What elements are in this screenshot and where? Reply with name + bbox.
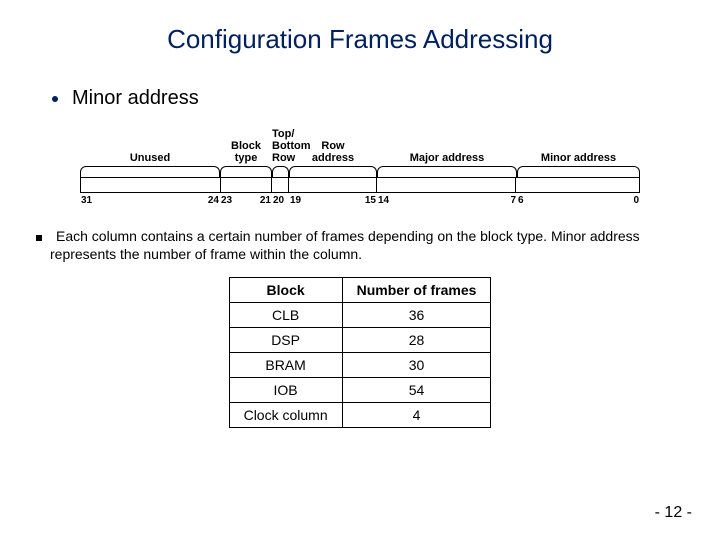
bf-brace (289, 166, 377, 178)
cell-frames: 54 (342, 378, 491, 403)
bit-hi: 19 (290, 195, 301, 206)
bitfield-bar (80, 177, 640, 193)
table-row: Clock column4 (229, 403, 491, 428)
bullet-dot-icon (52, 96, 58, 102)
cell-block: BRAM (229, 353, 342, 378)
bullet-square-icon (36, 235, 42, 241)
th-frames: Number of frames (342, 278, 491, 303)
cell-block: Clock column (229, 403, 342, 428)
bit-lo: 15 (365, 195, 376, 206)
cell-block: IOB (229, 378, 342, 403)
main-bullet: Minor address (52, 87, 720, 110)
bit-lo: 0 (633, 195, 639, 206)
bit-hi: 6 (518, 195, 524, 206)
bitfield-diagram: Unused Block type Top/ Bottom Row Row ad… (80, 128, 640, 206)
bf-brace (517, 166, 640, 178)
cell-frames: 30 (342, 353, 491, 378)
bit-lo: 21 (260, 195, 271, 206)
bit-lo: 24 (208, 195, 219, 206)
frames-table: Block Number of frames CLB36 DSP28 BRAM3… (229, 277, 492, 428)
cell-frames: 36 (342, 303, 491, 328)
bf-brace (272, 166, 289, 178)
description-text: Each column contains a certain number of… (50, 228, 640, 262)
bf-brace (377, 166, 517, 178)
table-row: BRAM30 (229, 353, 491, 378)
bit-hi: 20 (273, 195, 284, 206)
bf-brace (220, 166, 272, 178)
cell-frames: 4 (342, 403, 491, 428)
table-row: IOB54 (229, 378, 491, 403)
th-block: Block (229, 278, 342, 303)
cell-frames: 28 (342, 328, 491, 353)
bit-lo: 7 (510, 195, 516, 206)
cell-block: DSP (229, 328, 342, 353)
bf-label-rowaddr: Row address (289, 140, 377, 166)
bf-brace (80, 166, 220, 178)
slide-title: Configuration Frames Addressing (0, 0, 720, 55)
table-row: DSP28 (229, 328, 491, 353)
bf-label-minor: Minor address (517, 152, 640, 166)
main-bullet-text: Minor address (72, 87, 199, 110)
bf-label-blocktype: Block type (220, 140, 272, 166)
table-row: CLB36 (229, 303, 491, 328)
bit-hi: 14 (378, 195, 389, 206)
bf-label-unused: Unused (80, 152, 220, 166)
bf-label-major: Major address (377, 152, 517, 166)
bit-hi: 31 (81, 195, 92, 206)
description-bullet: Each column contains a certain number of… (36, 228, 684, 263)
table-header-row: Block Number of frames (229, 278, 491, 303)
bit-hi: 23 (221, 195, 232, 206)
bf-label-tbr: Top/ Bottom Row (272, 128, 289, 166)
cell-block: CLB (229, 303, 342, 328)
slide-number: - 12 - (655, 504, 692, 522)
